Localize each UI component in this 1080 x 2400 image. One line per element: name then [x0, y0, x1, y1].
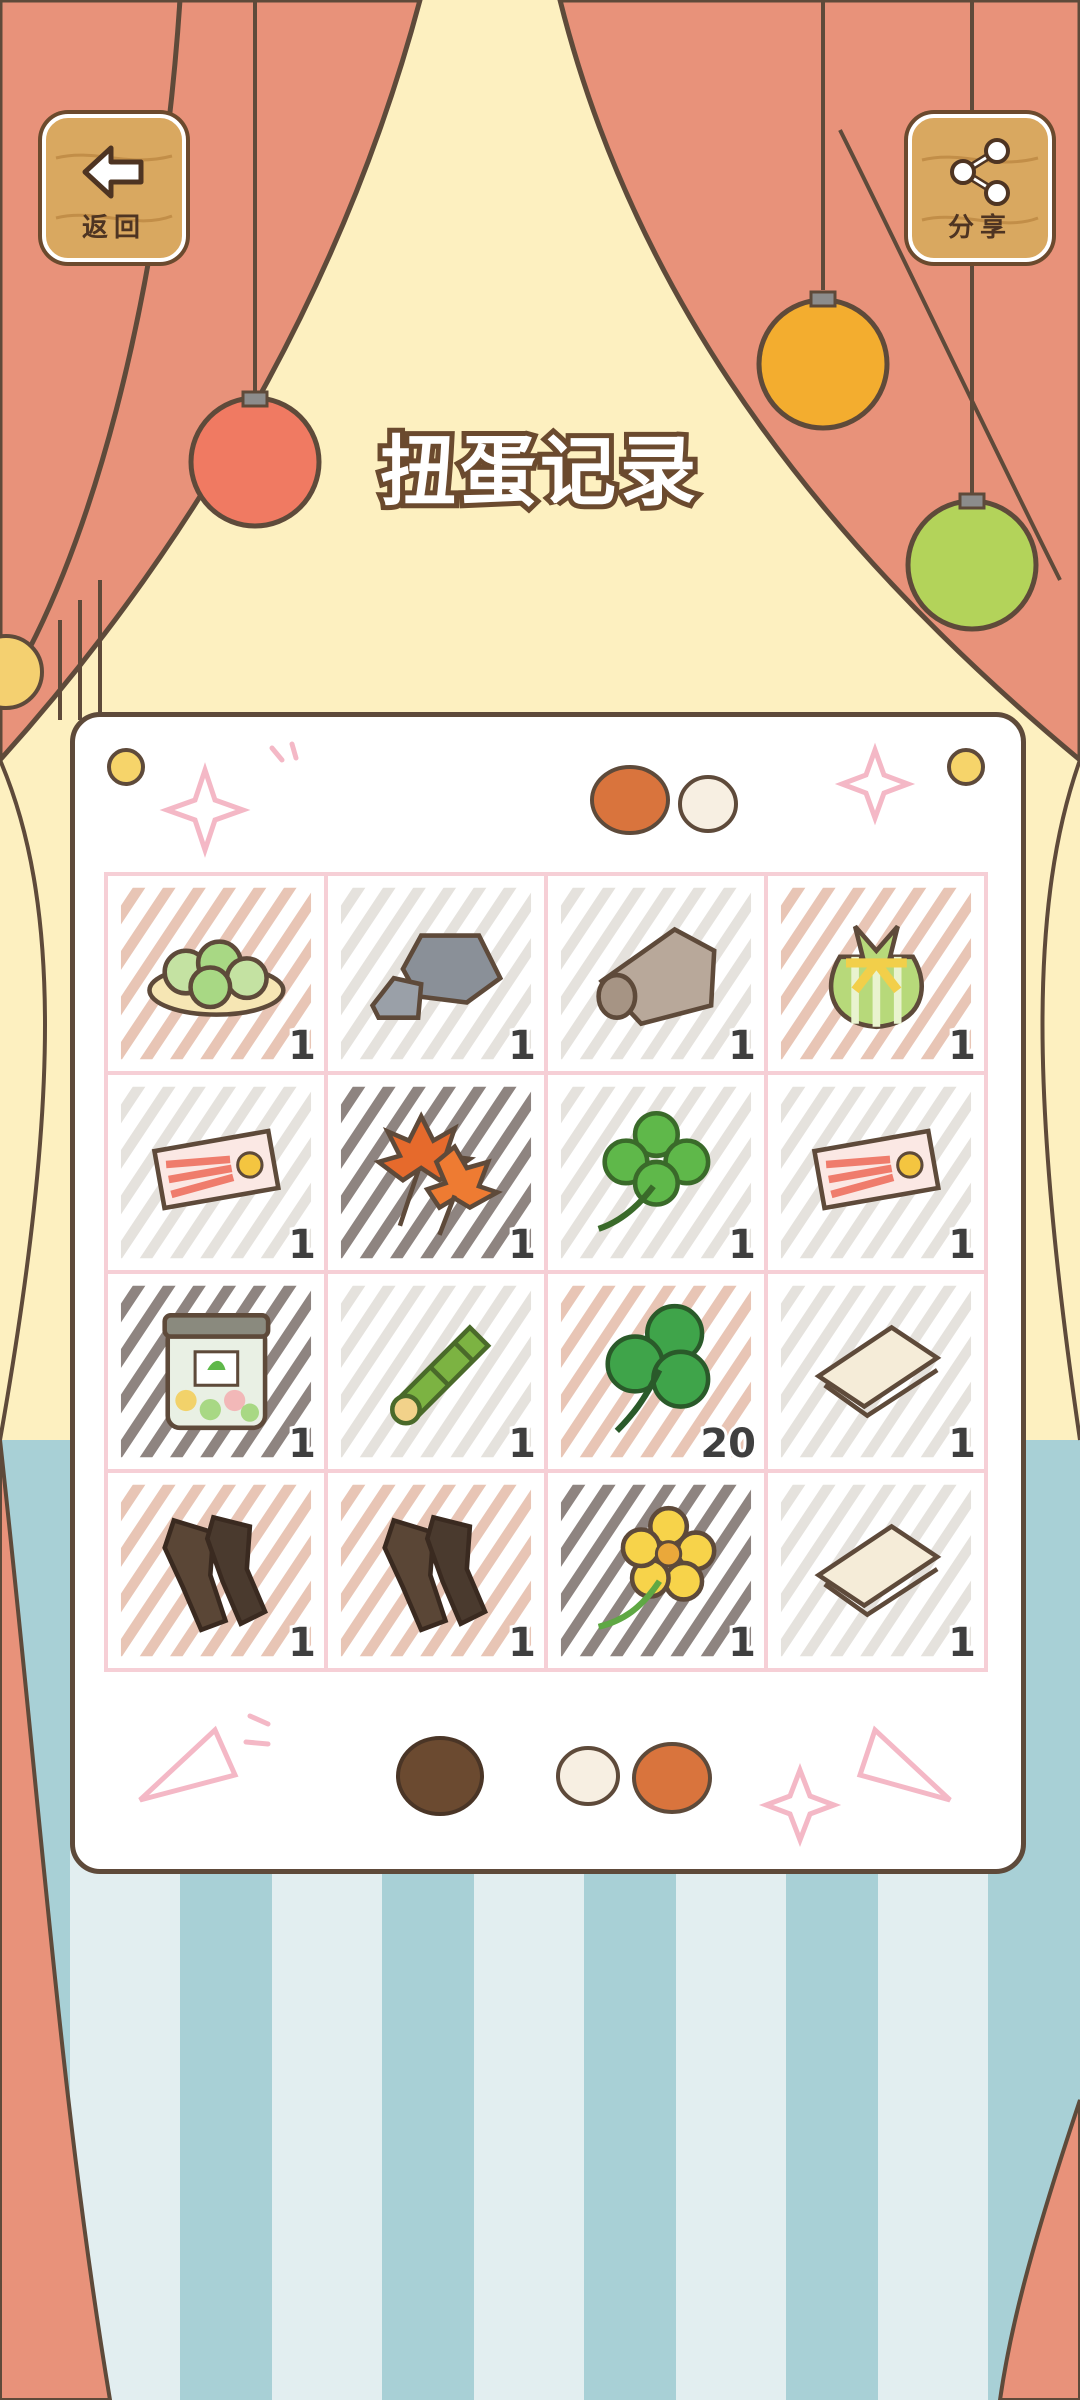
item-slot[interactable]: 1: [108, 876, 324, 1071]
item-slot[interactable]: 1: [108, 1274, 324, 1469]
item-slot[interactable]: 1: [108, 1075, 324, 1270]
yellow-flower-icon: [597, 1505, 717, 1630]
item-slot[interactable]: 1: [768, 876, 984, 1071]
item-slot[interactable]: 1: [768, 1274, 984, 1469]
back-button[interactable]: 返回: [42, 114, 186, 262]
item-count: 1: [505, 1219, 539, 1270]
item-slot[interactable]: 20: [548, 1274, 764, 1469]
item-count: 1: [285, 1418, 319, 1469]
rolled-cloth-icon: [595, 926, 717, 1026]
item-count: 1: [285, 1020, 319, 1071]
back-arrow-icon: [46, 132, 182, 212]
item-count: 1: [945, 1020, 979, 1071]
folded-paper-icon: [814, 1324, 941, 1418]
item-grid: 1 1 1 1 1 1 1 1 1 1 20 1 1 1 1 1: [104, 872, 988, 1672]
four-leaf-clover-icon: [597, 1110, 710, 1232]
item-count: 1: [285, 1617, 319, 1668]
striped-lucky-bag-icon: [828, 924, 924, 1029]
item-slot[interactable]: 1: [548, 1473, 764, 1668]
sunrise-card-icon: [811, 1127, 941, 1211]
bark-pieces-icon: [161, 1514, 268, 1633]
candy-jar-icon: [161, 1312, 270, 1430]
folded-paper-icon: [814, 1523, 941, 1617]
item-slot[interactable]: 1: [548, 1075, 764, 1270]
item-count: 1: [945, 1418, 979, 1469]
item-slot[interactable]: 1: [768, 1473, 984, 1668]
maple-leaves-icon: [373, 1110, 503, 1236]
item-slot[interactable]: 1: [768, 1075, 984, 1270]
item-count: 1: [725, 1617, 759, 1668]
item-slot[interactable]: 1: [328, 1075, 544, 1270]
sunrise-card-icon: [151, 1127, 281, 1211]
item-count: 1: [505, 1418, 539, 1469]
back-button-label: 返回: [81, 213, 146, 243]
share-button-label: 分享: [947, 213, 1012, 243]
item-slot[interactable]: 1: [328, 876, 544, 1071]
gray-stone-icon: [369, 932, 503, 1020]
item-count: 1: [725, 1020, 759, 1071]
item-count: 20: [697, 1418, 759, 1469]
share-button[interactable]: 分享: [908, 114, 1052, 262]
bark-pieces-icon: [381, 1514, 488, 1633]
item-slot[interactable]: 1: [548, 876, 764, 1071]
cabbage-dumplings-icon: [146, 938, 286, 1017]
page-title: 扭蛋记录: [375, 422, 701, 521]
share-icon: [912, 132, 1048, 212]
item-count: 1: [725, 1219, 759, 1270]
item-count: 1: [505, 1020, 539, 1071]
item-count: 1: [945, 1219, 979, 1270]
item-slot[interactable]: 1: [328, 1473, 544, 1668]
item-count: 1: [285, 1219, 319, 1270]
item-slot[interactable]: 1: [108, 1473, 324, 1668]
bamboo-tube-icon: [389, 1323, 491, 1426]
item-count: 1: [945, 1617, 979, 1668]
item-slot[interactable]: 1: [328, 1274, 544, 1469]
item-count: 1: [505, 1617, 539, 1668]
